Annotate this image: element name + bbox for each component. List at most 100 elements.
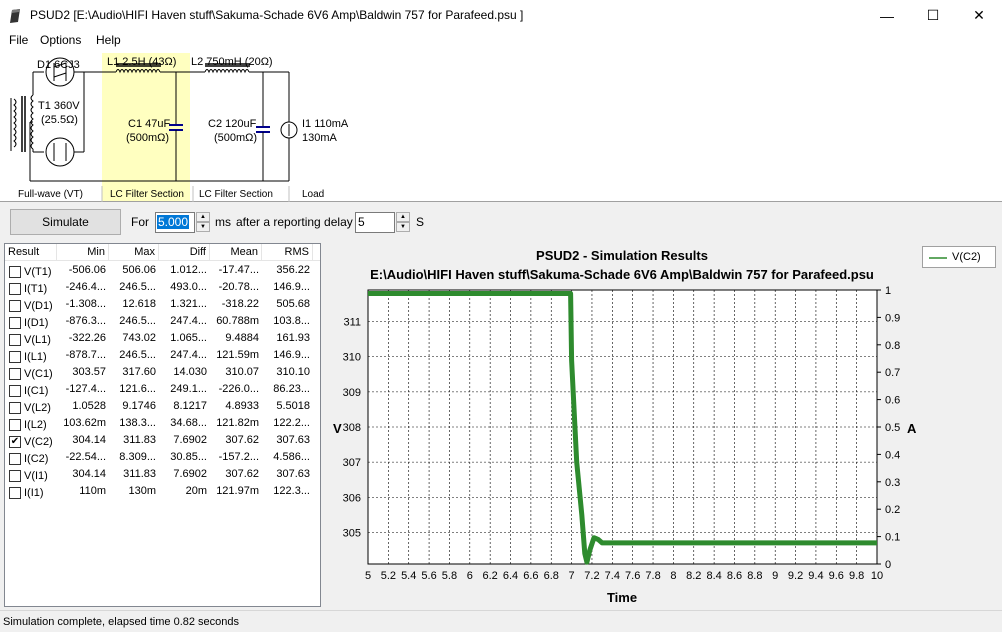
column-header-mean[interactable]: Mean xyxy=(210,244,262,261)
result-checkbox[interactable] xyxy=(9,469,21,482)
result-checkbox[interactable] xyxy=(9,452,21,465)
result-name[interactable]: V(D1) xyxy=(5,296,57,313)
window-title: PSUD2 [E:\Audio\HIFI Haven stuff\Sakuma-… xyxy=(30,8,524,22)
table-row[interactable]: I(L1) -878.7... 246.5... 247.4... 121.59m 146… xyxy=(5,347,320,364)
cell-diff: 1.012... xyxy=(170,264,207,276)
table-row[interactable]: I(L2) 103.62m 138.3... 34.68... 121.82m 122.2… xyxy=(5,415,320,432)
c1-resistance: (500mΩ) xyxy=(126,132,169,144)
table-row[interactable]: V(L1) -322.26 743.02 1.065... 9.4884 161.93 xyxy=(5,330,320,347)
current-source-icon xyxy=(280,72,298,181)
result-name[interactable]: V(T1) xyxy=(5,262,57,279)
menu-options[interactable]: Options xyxy=(40,33,81,47)
cell-diff: 247.4... xyxy=(170,315,207,327)
result-checkbox[interactable] xyxy=(9,299,21,312)
result-checkbox[interactable] xyxy=(9,333,21,346)
results-table[interactable]: Result Min Max Diff Mean RMS V(T1) -506.06 506.… xyxy=(4,243,321,607)
delay-spinner[interactable]: ▲ ▼ xyxy=(396,212,410,233)
result-name[interactable]: I(L1) xyxy=(5,347,57,364)
i1-label: I1 110mA xyxy=(302,118,349,130)
result-label: I(C2) xyxy=(24,452,49,465)
column-header-diff[interactable]: Diff xyxy=(159,244,210,261)
menu-file[interactable]: File xyxy=(9,33,28,47)
duration-spinner[interactable]: ▲ ▼ xyxy=(196,212,210,233)
result-name[interactable]: I(D1) xyxy=(5,313,57,330)
duration-input[interactable]: 5.000 ▲ ▼ xyxy=(155,212,210,233)
cell-max: 246.5... xyxy=(119,281,156,293)
cell-diff: 8.1217 xyxy=(173,400,207,412)
section-lc2: LC Filter Section xyxy=(199,189,273,200)
result-name[interactable]: V(C1) xyxy=(5,364,57,381)
cell-mean: 307.62 xyxy=(225,468,259,480)
section-fullwave: Full-wave (VT) xyxy=(18,189,83,200)
result-checkbox[interactable] xyxy=(9,316,21,329)
y-tick-label: 308 xyxy=(343,422,361,434)
s-label: S xyxy=(416,215,425,229)
result-name[interactable]: V(I1) xyxy=(5,466,57,483)
column-header-rms[interactable]: RMS xyxy=(262,244,313,261)
table-row[interactable]: I(C1) -127.4... 121.6... 249.1... -226.0... 8… xyxy=(5,381,320,398)
x-tick-label: 6.8 xyxy=(544,570,559,582)
y2-tick-label: 0.2 xyxy=(885,504,900,516)
table-row[interactable]: V(T1) -506.06 506.06 1.012... -17.47... 356.2… xyxy=(5,262,320,279)
minimize-icon: — xyxy=(880,7,894,24)
y-tick-label: 310 xyxy=(343,352,361,364)
cell-min: -1.308... xyxy=(65,298,106,310)
c2-resistance: (500mΩ) xyxy=(214,132,257,144)
table-row[interactable]: I(T1) -246.4... 246.5... 493.0... -20.78... 1… xyxy=(5,279,320,296)
result-name[interactable]: I(C2) xyxy=(5,449,57,466)
minimize-button[interactable]: — xyxy=(864,0,910,31)
cell-rms: 103.8... xyxy=(273,315,310,327)
cell-mean: 9.4884 xyxy=(225,332,259,344)
table-row[interactable]: V(C1) 303.57 317.60 14.030 310.07 310.10 xyxy=(5,364,320,381)
result-checkbox[interactable] xyxy=(9,418,21,431)
spin-down-icon[interactable]: ▼ xyxy=(396,222,410,232)
table-row[interactable]: I(C2) -22.54... 8.309... 30.85... -157.2... 4… xyxy=(5,449,320,466)
cell-mean: -20.78... xyxy=(218,281,259,293)
table-row[interactable]: I(I1) 110m 130m 20m 121.97m 122.3... xyxy=(5,483,320,500)
result-checkbox[interactable] xyxy=(9,384,21,397)
x-tick-label: 6.4 xyxy=(503,570,518,582)
cell-rms: 307.63 xyxy=(276,468,310,480)
y-axis-label: V xyxy=(333,421,342,436)
column-header-max[interactable]: Max xyxy=(109,244,159,261)
maximize-button[interactable]: ☐ xyxy=(910,0,956,31)
spin-up-icon[interactable]: ▲ xyxy=(196,212,210,222)
x-tick-label: 9.4 xyxy=(808,570,823,582)
result-name[interactable]: ✔ V(C2) xyxy=(5,432,57,449)
result-checkbox[interactable] xyxy=(9,486,21,499)
menu-help[interactable]: Help xyxy=(96,33,121,47)
result-name[interactable]: I(L2) xyxy=(5,415,57,432)
result-checkbox[interactable] xyxy=(9,367,21,380)
d1-label: D1 6CJ3 xyxy=(37,59,80,71)
result-name[interactable]: V(L1) xyxy=(5,330,57,347)
result-label: I(T1) xyxy=(24,282,48,295)
table-row[interactable]: ✔ V(C2) 304.14 311.83 7.6902 307.62 307.63 xyxy=(5,432,320,449)
table-row[interactable]: V(D1) -1.308... 12.618 1.321... -318.22 505.6… xyxy=(5,296,320,313)
result-checkbox[interactable] xyxy=(9,282,21,295)
table-row[interactable]: I(D1) -876.3... 246.5... 247.4... 60.788m 103… xyxy=(5,313,320,330)
simulate-button[interactable]: Simulate xyxy=(10,209,121,235)
result-name[interactable]: V(L2) xyxy=(5,398,57,415)
result-name[interactable]: I(C1) xyxy=(5,381,57,398)
result-name[interactable]: I(I1) xyxy=(5,483,57,500)
result-checkbox[interactable] xyxy=(9,350,21,363)
spin-down-icon[interactable]: ▼ xyxy=(196,222,210,232)
cell-mean: -226.0... xyxy=(218,383,259,395)
cell-min: -876.3... xyxy=(65,315,106,327)
result-checkbox[interactable]: ✔ xyxy=(9,435,21,448)
x-tick-label: 9 xyxy=(772,570,778,582)
table-row[interactable]: V(L2) 1.0528 9.1746 8.1217 4.8933 5.5018 xyxy=(5,398,320,415)
result-checkbox[interactable] xyxy=(9,401,21,414)
delay-input[interactable]: 5 ▲ ▼ xyxy=(355,212,410,233)
result-name[interactable]: I(T1) xyxy=(5,279,57,296)
column-header-result[interactable]: Result xyxy=(5,244,57,261)
c1-label: C1 47uF xyxy=(128,118,170,130)
circuit-schematic[interactable]: D1 6CJ3 T1 360V (25.5Ω) L1 2.5H (43Ω) L2… xyxy=(0,51,1002,202)
close-button[interactable]: ✕ xyxy=(956,0,1002,31)
cell-min: -322.26 xyxy=(68,332,106,344)
result-checkbox[interactable] xyxy=(9,265,21,278)
spin-up-icon[interactable]: ▲ xyxy=(396,212,410,222)
y-tick-label: 309 xyxy=(343,387,361,399)
column-header-min[interactable]: Min xyxy=(57,244,109,261)
table-row[interactable]: V(I1) 304.14 311.83 7.6902 307.62 307.63 xyxy=(5,466,320,483)
